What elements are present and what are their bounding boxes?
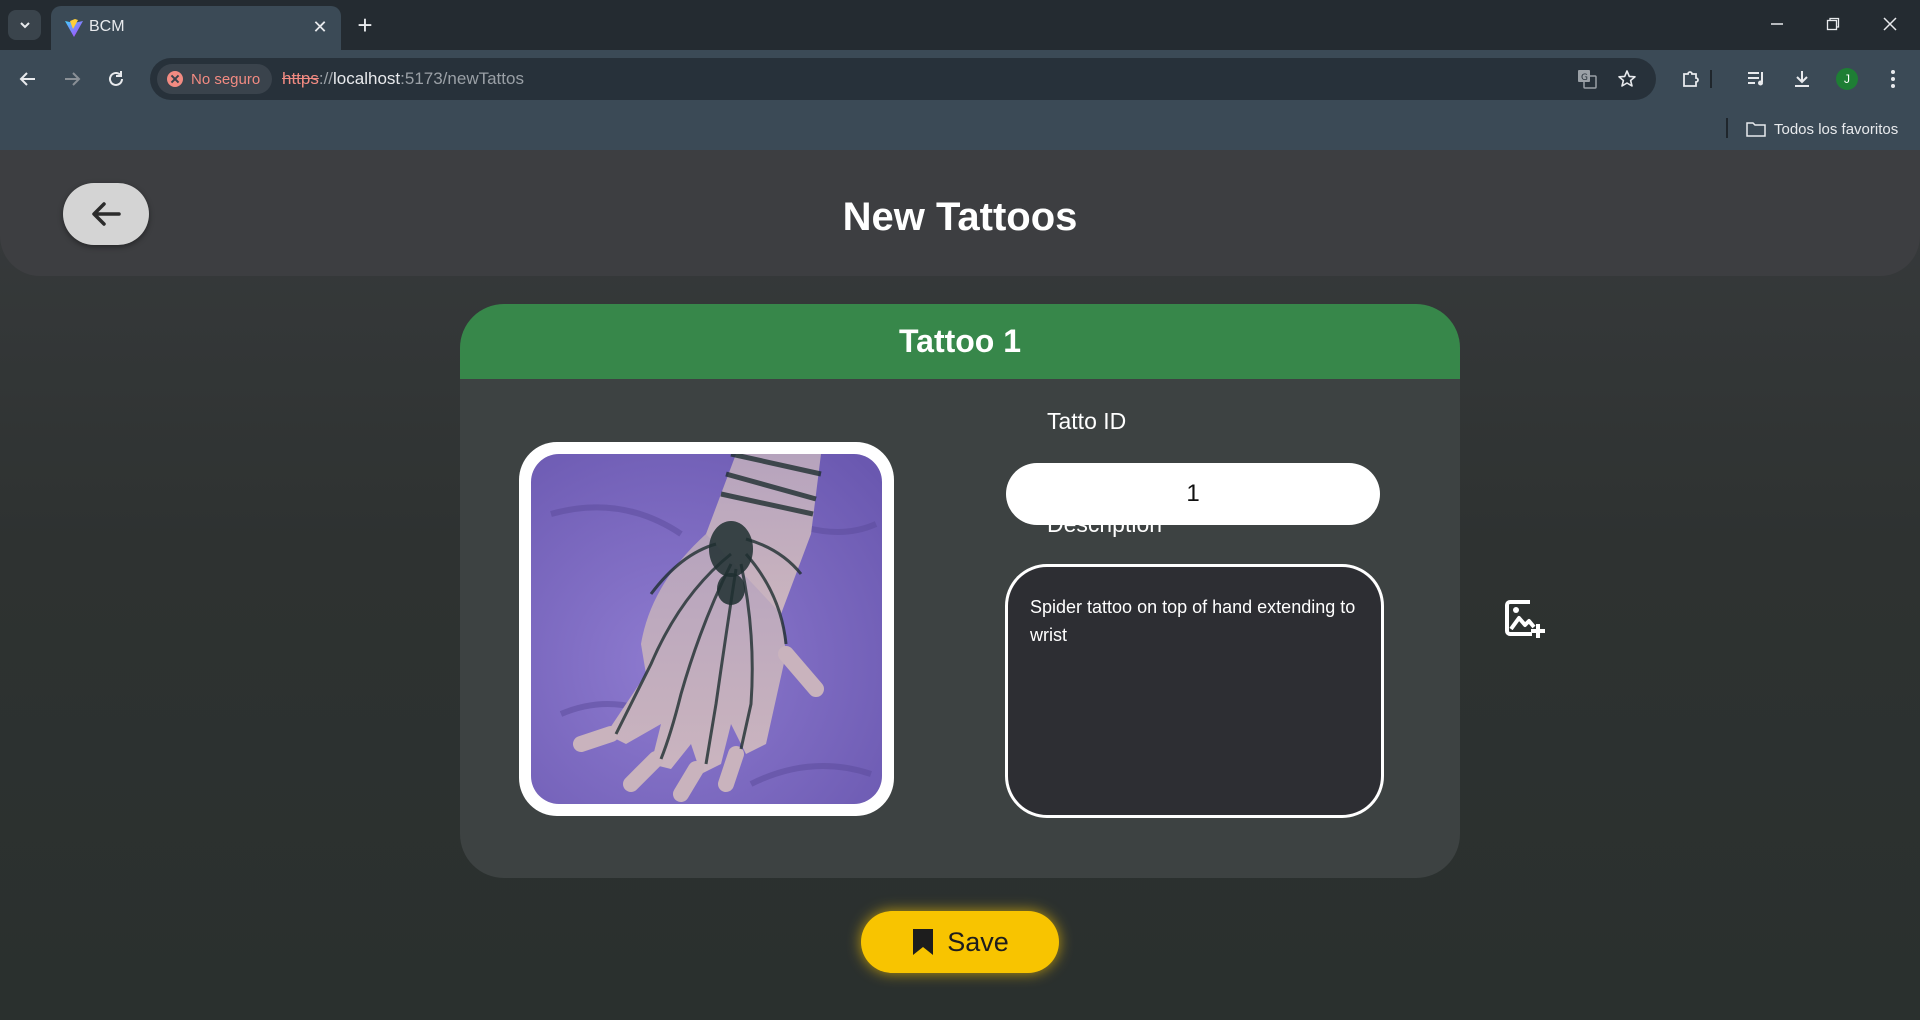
url-text: https://localhost:5173/newTattos	[282, 69, 524, 89]
downloads-button[interactable]	[1785, 62, 1819, 96]
address-bar[interactable]: No seguro https://localhost:5173/newTatt…	[150, 58, 1656, 100]
bookmarks-divider	[1726, 118, 1728, 138]
tattoo-image-frame	[519, 442, 894, 816]
toolbar-divider	[1701, 62, 1721, 96]
puzzle-icon	[1683, 71, 1699, 87]
playlist-icon	[1748, 72, 1763, 86]
media-controls-button[interactable]	[1740, 62, 1774, 96]
download-icon	[1795, 71, 1809, 87]
page-title: New Tattoos	[842, 195, 1078, 239]
arrow-left-icon	[19, 72, 35, 86]
description-textarea[interactable]: Spider tattoo on top of hand extending t…	[1005, 564, 1384, 818]
restore-icon	[1826, 17, 1840, 31]
kebab-menu-icon	[1891, 70, 1895, 88]
tattoo-photo-illustration	[531, 454, 882, 804]
chevron-down-icon	[19, 22, 30, 29]
vite-logo-icon	[65, 19, 83, 37]
save-label: Save	[947, 926, 1009, 957]
svg-text:G: G	[1581, 73, 1588, 83]
restore-window-button[interactable]	[1808, 8, 1858, 40]
url-host: localhost	[333, 69, 401, 88]
avatar: J	[1836, 68, 1858, 90]
reload-button[interactable]	[99, 62, 133, 96]
bookmark-star-button[interactable]	[1614, 66, 1640, 92]
all-bookmarks-button[interactable]: Todos los favoritos	[1746, 116, 1898, 142]
bookmarks-bar: Todos los favoritos	[0, 108, 1920, 150]
url-scheme: https	[282, 69, 319, 88]
tattoo-id-label: Tatto ID	[1047, 408, 1127, 434]
tattoo-card-header: Tattoo 1	[460, 304, 1460, 379]
security-label: No seguro	[191, 70, 261, 88]
url-separator: ://	[318, 69, 334, 88]
security-chip[interactable]: No seguro	[157, 64, 273, 94]
app-header: New Tattoos	[0, 150, 1920, 276]
forward-nav-button[interactable]	[55, 62, 89, 96]
all-bookmarks-label: Todos los favoritos	[1774, 120, 1899, 138]
reload-icon	[109, 71, 123, 86]
app-page: New Tattoos Tattoo 1 Tatto ID 1 Descript…	[0, 150, 1920, 1020]
tattoo-card-title: Tattoo 1	[898, 323, 1022, 359]
translate-button[interactable]: G	[1574, 66, 1600, 92]
close-tab-icon[interactable]: ✕	[309, 16, 331, 38]
save-button[interactable]: Save	[861, 911, 1059, 973]
not-secure-icon	[167, 71, 183, 87]
translate-icon: G	[1578, 70, 1597, 89]
browser-menu-button[interactable]	[1876, 62, 1910, 96]
star-icon	[1618, 70, 1636, 87]
folder-icon	[1746, 122, 1766, 137]
minimize-icon	[1771, 23, 1783, 25]
tattoo-card: Tattoo 1 Tatto ID 1 Description Spider t…	[460, 304, 1460, 878]
back-nav-button[interactable]	[11, 62, 45, 96]
tattoo-image	[531, 454, 882, 804]
minimize-window-button[interactable]	[1752, 8, 1802, 40]
new-tab-button[interactable]: +	[352, 12, 378, 38]
close-window-button[interactable]	[1865, 8, 1915, 40]
url-path: :5173/newTattos	[400, 69, 524, 88]
browser-tab-strip: BCM ✕ +	[0, 0, 1920, 50]
arrow-right-icon	[65, 72, 81, 86]
description-label: Description	[1047, 511, 1163, 537]
browser-tab-active[interactable]: BCM ✕	[51, 6, 341, 50]
tab-title: BCM	[89, 18, 125, 35]
close-icon	[1883, 17, 1897, 31]
add-image-button[interactable]	[1500, 594, 1548, 642]
bookmark-icon	[913, 929, 934, 955]
profile-button[interactable]: J	[1830, 62, 1864, 96]
tab-search-button[interactable]	[8, 10, 41, 40]
add-photo-icon	[1505, 600, 1545, 638]
browser-toolbar: No seguro https://localhost:5173/newTatt…	[0, 50, 1920, 108]
